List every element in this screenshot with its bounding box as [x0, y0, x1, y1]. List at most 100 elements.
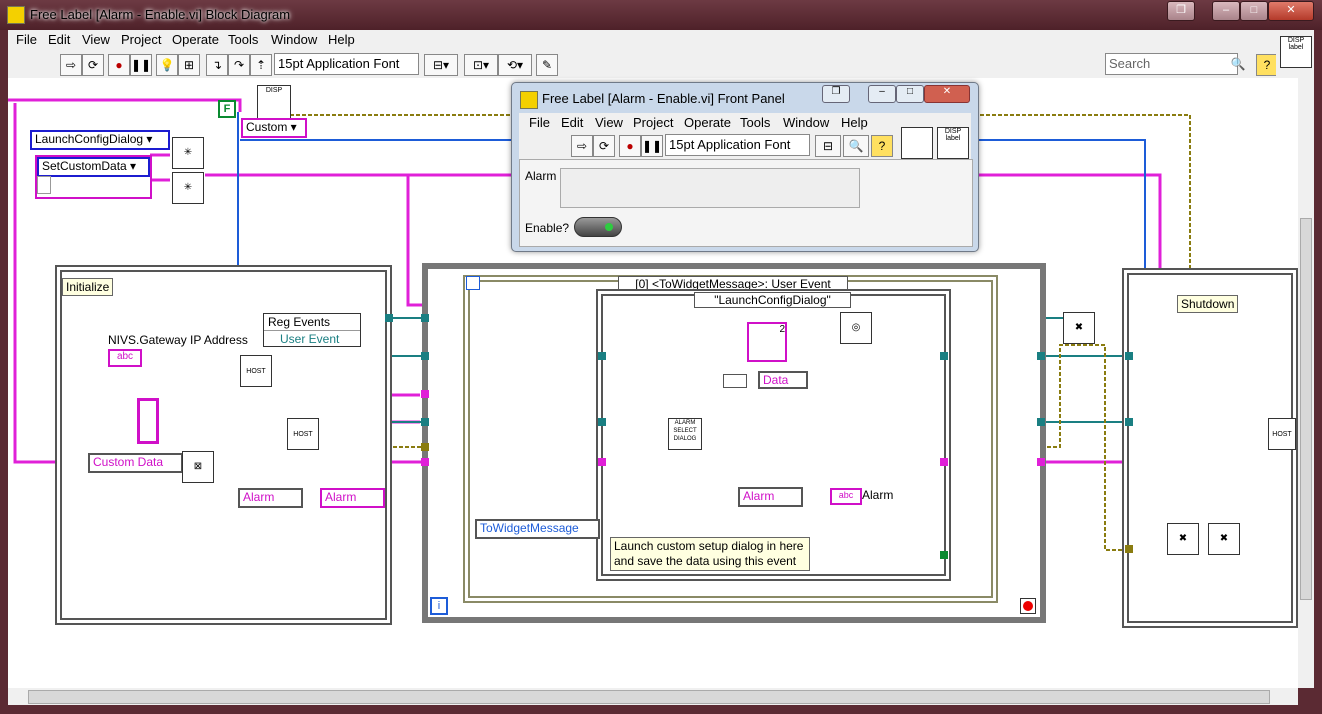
- custom-data-text: Custom Data: [93, 455, 164, 469]
- to-variant-icon[interactable]: [723, 374, 747, 388]
- fp-font-dropdown[interactable]: 15pt Application Font: [665, 134, 810, 156]
- fp-menu-view[interactable]: View: [595, 115, 623, 130]
- fp-app-icon: [520, 91, 538, 109]
- tunnel: [385, 314, 393, 322]
- fp-enable-toggle[interactable]: [574, 217, 622, 237]
- fp-run-arrow-icon[interactable]: ⇨: [571, 135, 593, 157]
- launch-config-enum[interactable]: LaunchConfigDialog ▾: [30, 130, 170, 150]
- custom-data-node[interactable]: Custom Data: [88, 453, 183, 473]
- tunnel: [598, 352, 606, 360]
- tunnel: [1125, 418, 1133, 426]
- horizontal-scrollbar[interactable]: [8, 688, 1298, 705]
- custom-enum[interactable]: Custom ▾: [241, 118, 307, 138]
- host-subvi-icon-1[interactable]: HOST: [240, 355, 272, 387]
- set-custom-text: SetCustomData: [42, 159, 127, 173]
- fp-run-continuously-icon[interactable]: ⟳: [593, 135, 615, 157]
- host-label-1: HOST: [246, 368, 266, 375]
- fp-minimize-button[interactable]: –: [868, 85, 896, 103]
- disp-subvi-label: DISP: [265, 87, 283, 94]
- tunnel: [1037, 458, 1045, 466]
- set-custom-enum[interactable]: SetCustomData ▾: [37, 157, 150, 177]
- host-label-2: HOST: [293, 431, 313, 438]
- data-bundle-node[interactable]: Data: [758, 371, 808, 389]
- abc-control[interactable]: abc: [108, 349, 142, 367]
- tunnel: [598, 458, 606, 466]
- reg-events-node[interactable]: Reg Events User Event: [263, 313, 361, 347]
- host-subvi-icon-2[interactable]: HOST: [287, 418, 319, 450]
- nivs-gateway-label: NIVS.Gateway IP Address: [108, 333, 248, 347]
- tunnel: [940, 551, 948, 559]
- fp-align-icon[interactable]: ⊟: [815, 135, 841, 157]
- fp-menu-edit[interactable]: Edit: [561, 115, 583, 130]
- alarm-indicator-label: Alarm: [862, 488, 894, 502]
- alarm-indicator-icon: abc: [830, 488, 862, 505]
- false-constant[interactable]: F: [218, 100, 236, 118]
- variant-to-data-icon[interactable]: ⊠: [182, 451, 214, 483]
- tunnel: [598, 418, 606, 426]
- stop-terminal-icon[interactable]: [1020, 598, 1036, 614]
- fp-menu-project[interactable]: Project: [633, 115, 673, 130]
- disp-subvi-icon[interactable]: DISP: [257, 85, 291, 119]
- fp-vi-label: label: [945, 135, 961, 142]
- fp-menu-operate[interactable]: Operate: [684, 115, 731, 130]
- timeout-hourglass-icon: [466, 276, 480, 290]
- numeric-constant-two[interactable]: 2: [747, 322, 787, 362]
- fp-close-button[interactable]: ✕: [924, 85, 970, 103]
- alarm-bundle-node[interactable]: Alarm: [738, 487, 803, 507]
- fp-maximize-button[interactable]: □: [896, 85, 924, 103]
- tunnel: [1037, 352, 1045, 360]
- host-close-icon[interactable]: HOST: [1268, 418, 1296, 450]
- create-user-event-icon[interactable]: ✳: [172, 137, 204, 169]
- tunnel: [940, 458, 948, 466]
- inner-case-selector[interactable]: "LaunchConfigDialog": [694, 292, 851, 308]
- fp-connector-pane-icon[interactable]: [901, 127, 933, 159]
- comment-label: Launch custom setup dialog in here and s…: [610, 537, 810, 571]
- tunnel: [1037, 418, 1045, 426]
- fp-window-title: Free Label [Alarm - Enable.vi] Front Pan…: [542, 91, 785, 106]
- fp-restore-icon[interactable]: ❐: [822, 85, 850, 103]
- tunnel: [421, 443, 429, 451]
- destroy-event-icon-2[interactable]: ✖: [1208, 523, 1240, 555]
- fp-alarm-label: Alarm: [525, 169, 557, 183]
- vertical-scrollbar[interactable]: [1298, 78, 1314, 688]
- shutdown-label: Shutdown: [1177, 295, 1239, 313]
- tunnel: [421, 390, 429, 398]
- fp-menu-help[interactable]: Help: [841, 115, 868, 130]
- string-array-constant[interactable]: [137, 398, 159, 444]
- alarm3-text: Alarm: [743, 489, 775, 503]
- to-widget-message-node[interactable]: ToWidgetMessage: [475, 519, 600, 539]
- wire-pink-top: [8, 98, 242, 112]
- tunnel: [421, 352, 429, 360]
- alarm-select-text: ALARM SELECT DIALOG: [673, 420, 697, 442]
- fp-vi-icon[interactable]: DISP label: [937, 127, 969, 159]
- alarm-select-dialog-icon[interactable]: ALARM SELECT DIALOG: [668, 418, 702, 450]
- alarm1-text: Alarm: [243, 490, 275, 504]
- fp-toolbar: ⇨ ⟳ ● ❚❚ 15pt Application Font ⊟ 🔍 ? DIS…: [519, 127, 971, 159]
- fp-panel: Alarm Enable?: [519, 159, 973, 247]
- alarm-unbundle[interactable]: Alarm: [238, 488, 303, 508]
- fp-menu-window[interactable]: Window: [783, 115, 829, 130]
- unregister-events-icon[interactable]: ✖: [1063, 312, 1095, 344]
- fp-pause-icon[interactable]: ❚❚: [641, 135, 663, 157]
- generate-user-event-icon[interactable]: ✳: [172, 172, 204, 204]
- alarm-local-var[interactable]: Alarm: [320, 488, 385, 508]
- horizontal-scroll-thumb[interactable]: [28, 690, 1270, 704]
- custom-text: Custom: [246, 120, 288, 134]
- reg-events-text: Reg Events: [264, 314, 360, 331]
- data-text: Data: [763, 373, 789, 387]
- fp-alarm-indicator: [560, 168, 860, 208]
- tunnel: [421, 458, 429, 466]
- generate-event-icon[interactable]: ◎: [840, 312, 872, 344]
- tunnel: [940, 352, 948, 360]
- fp-menu-tools[interactable]: Tools: [740, 115, 770, 130]
- vertical-scroll-thumb[interactable]: [1300, 218, 1312, 600]
- front-panel-window: Free Label [Alarm - Enable.vi] Front Pan…: [511, 82, 979, 252]
- fp-abort-icon[interactable]: ●: [619, 135, 641, 157]
- tunnel: [1125, 545, 1133, 553]
- fp-search-icon[interactable]: 🔍: [843, 135, 869, 157]
- fp-menu-file[interactable]: File: [529, 115, 550, 130]
- fp-enable-label: Enable?: [525, 221, 570, 235]
- tunnel: [1125, 352, 1133, 360]
- fp-context-help-icon[interactable]: ?: [871, 135, 893, 157]
- destroy-event-icon-1[interactable]: ✖: [1167, 523, 1199, 555]
